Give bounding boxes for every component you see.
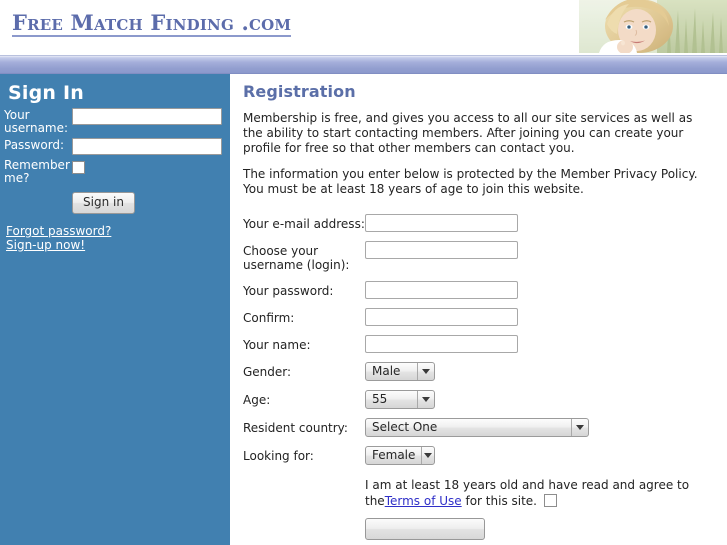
intro-paragraph-2: The information you enter below is prote… (243, 167, 698, 196)
field-row-username: Choose your username (login): (243, 241, 717, 272)
email-label: Your e-mail address: (243, 217, 365, 231)
site-logo[interactable]: Free Match Finding .com (12, 11, 292, 38)
sidebar-password-row: Password: (0, 138, 230, 155)
register-submit-button[interactable] (365, 518, 485, 540)
country-select[interactable]: Select One (365, 418, 589, 437)
registration-form: Your e-mail address: Choose your usernam… (243, 214, 717, 540)
sidebar-password-input[interactable] (72, 138, 222, 155)
page-columns: Sign In Your username: Password: Remembe… (0, 74, 727, 545)
submit-row (365, 518, 705, 540)
agreement-block: I am at least 18 years old and have read… (365, 477, 705, 540)
sidebar-username-row: Your username: (0, 108, 230, 135)
banner-photo-image (579, 0, 727, 53)
intro-paragraph-1: Membership is free, and gives you access… (243, 111, 693, 155)
sidebar-title: Sign In (8, 82, 84, 104)
field-row-gender: Gender: Male (243, 362, 717, 381)
sidebar-username-input[interactable] (72, 108, 222, 125)
looking-for-select-value: Female (372, 448, 416, 462)
confirm-input[interactable] (365, 308, 518, 326)
gender-select-value: Male (372, 364, 401, 378)
main-content: Registration Membership is free, and giv… (230, 74, 727, 545)
chevron-down-icon (417, 363, 434, 380)
looking-for-label: Looking for: (243, 449, 314, 463)
signup-now-link[interactable]: Sign-up now! (6, 238, 230, 252)
field-row-email: Your e-mail address: (243, 214, 717, 232)
agreement-text: I am at least 18 years old and have read… (365, 477, 705, 509)
age-label: Age: (243, 393, 271, 407)
sidebar-remember-checkbox[interactable] (72, 161, 85, 174)
page-title: Registration (243, 82, 356, 101)
password-label: Your password: (243, 284, 334, 298)
sidebar-remember-label: Remember me? (4, 158, 70, 185)
field-row-password: Your password: (243, 281, 717, 299)
looking-for-select[interactable]: Female (365, 446, 435, 465)
field-row-confirm: Confirm: (243, 308, 717, 326)
agreement-checkbox[interactable] (544, 494, 557, 507)
field-row-looking-for: Looking for: Female (243, 446, 717, 465)
name-input[interactable] (365, 335, 518, 353)
sidebar-remember-row: Remember me? (0, 158, 230, 185)
signin-button[interactable]: Sign in (72, 192, 135, 214)
sidebar-username-label: Your username: (4, 108, 69, 135)
confirm-label: Confirm: (243, 311, 295, 325)
sidebar-links: Forgot password? Sign-up now! (6, 224, 230, 252)
page-root: Free Match Finding .com Sign In Your use… (0, 0, 727, 545)
chevron-down-icon (417, 391, 434, 408)
sidebar-signin-panel: Sign In Your username: Password: Remembe… (0, 74, 230, 545)
forgot-password-link[interactable]: Forgot password? (6, 224, 230, 238)
sidebar-password-label: Password: (4, 138, 65, 152)
name-label: Your name: (243, 338, 311, 352)
site-header: Free Match Finding .com (0, 0, 727, 55)
gender-label: Gender: (243, 365, 292, 379)
nav-band (0, 55, 727, 74)
field-row-age: Age: 55 (243, 390, 717, 409)
age-select-value: 55 (372, 392, 388, 406)
age-select[interactable]: 55 (365, 390, 435, 409)
chevron-down-icon (421, 447, 434, 464)
password-input[interactable] (365, 281, 518, 299)
sidebar-signin-button-row: Sign in (0, 192, 230, 214)
chevron-down-icon (571, 419, 588, 436)
username-input[interactable] (365, 241, 518, 259)
field-row-country: Resident country: Select One (243, 418, 717, 437)
banner-photo (579, 0, 727, 53)
gender-select[interactable]: Male (365, 362, 435, 381)
country-select-value: Select One (372, 420, 438, 434)
terms-of-use-link[interactable]: Terms of Use (385, 494, 462, 508)
field-row-name: Your name: (243, 335, 717, 353)
country-label: Resident country: (243, 421, 348, 435)
agreement-text-after: for this site. (465, 494, 537, 508)
username-label: Choose your username (login): (243, 244, 350, 272)
email-input[interactable] (365, 214, 518, 232)
